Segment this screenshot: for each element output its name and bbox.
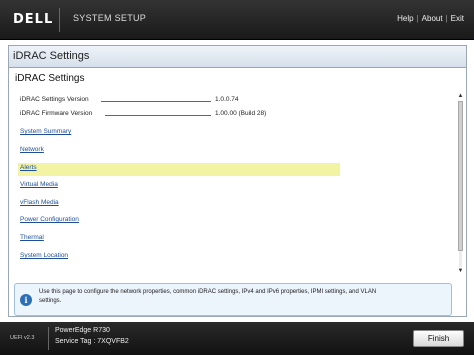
- scroll-down-icon[interactable]: ▼: [457, 268, 464, 275]
- dell-logo: DELL: [13, 12, 54, 27]
- leader-line: [101, 101, 211, 102]
- settings-panel: iDRAC Settings iDRAC Settings iDRAC Sett…: [8, 45, 467, 317]
- help-link[interactable]: Help: [397, 14, 413, 23]
- about-link[interactable]: About: [422, 14, 443, 23]
- link-separator: |: [445, 14, 448, 23]
- nav-link-vflash-media[interactable]: vFlash Media: [20, 199, 59, 206]
- header-links: Help | About | Exit: [397, 14, 464, 23]
- section-title: iDRAC Settings: [15, 73, 85, 84]
- settings-version-label: iDRAC Settings Version: [20, 96, 89, 103]
- nav-link-virtual-media[interactable]: Virtual Media: [20, 181, 58, 188]
- footer-bar: UEFI v2.3 PowerEdge R730 Service Tag : 7…: [0, 322, 474, 355]
- settings-version-value: 1.0.0.74: [215, 96, 239, 103]
- help-text: Use this page to configure the network p…: [39, 289, 377, 304]
- app-title: SYSTEM SETUP: [73, 13, 147, 23]
- uefi-version: UEFI v2.3: [10, 335, 35, 341]
- info-icon: i: [20, 294, 32, 306]
- firmware-version-label: iDRAC Firmware Version: [20, 110, 93, 117]
- nav-link-thermal[interactable]: Thermal: [20, 234, 44, 241]
- footer-divider: [48, 327, 49, 350]
- vertical-scrollbar[interactable]: ▲ ▼: [457, 93, 464, 275]
- panel-header: iDRAC Settings: [9, 46, 466, 68]
- system-model: PowerEdge R730: [55, 327, 110, 334]
- link-separator: |: [416, 14, 419, 23]
- exit-link[interactable]: Exit: [451, 14, 464, 23]
- panel-content: iDRAC Settings iDRAC Settings Version 1.…: [9, 68, 466, 316]
- finish-button[interactable]: Finish: [413, 330, 464, 347]
- top-bar: DELL SYSTEM SETUP Help | About | Exit: [0, 0, 474, 40]
- header-divider: [59, 8, 60, 32]
- nav-link-system-location[interactable]: System Location: [20, 252, 68, 259]
- scroll-thumb[interactable]: [458, 101, 463, 251]
- firmware-version-value: 1.00.00 (Build 28): [215, 110, 267, 117]
- leader-line: [105, 115, 211, 116]
- nav-link-network[interactable]: Network: [20, 146, 44, 153]
- selected-row-highlight: [18, 163, 340, 176]
- service-tag: Service Tag : 7XQVFB2: [55, 338, 129, 345]
- scroll-up-icon[interactable]: ▲: [457, 93, 464, 100]
- nav-link-power-configuration[interactable]: Power Configuration: [20, 216, 79, 223]
- nav-link-alerts[interactable]: Alerts: [20, 164, 37, 171]
- nav-link-system-summary[interactable]: System Summary: [20, 128, 71, 135]
- help-info-box: i Use this page to configure the network…: [14, 283, 452, 316]
